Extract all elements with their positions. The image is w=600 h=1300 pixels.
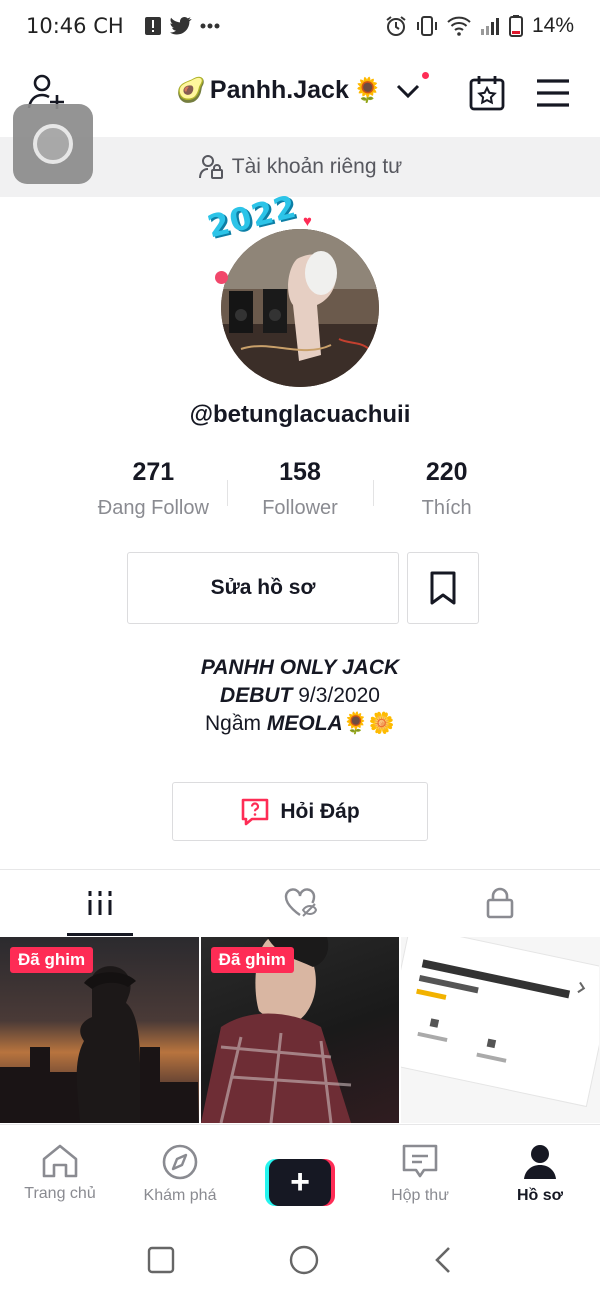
bottom-navigation: Trang chủ Khám phá + Hộp thư Hồ sơ — [0, 1124, 600, 1220]
system-navigation — [0, 1220, 600, 1300]
menu-button[interactable] — [536, 78, 570, 108]
qa-button[interactable]: Hỏi Đáp — [172, 782, 428, 841]
qa-label: Hỏi Đáp — [280, 799, 360, 823]
lock-icon — [486, 887, 514, 919]
nav-create[interactable]: + — [240, 1125, 360, 1220]
battery-percent: 14% — [531, 14, 574, 37]
clock: 10:46 CH — [26, 14, 124, 38]
favorites-button[interactable] — [407, 552, 479, 624]
twitter-icon — [169, 17, 192, 35]
alarm-icon — [385, 15, 407, 37]
nav-label: Trang chủ — [24, 1185, 96, 1202]
signal-icon — [480, 17, 500, 35]
avatar-photo — [221, 229, 379, 387]
profile-icon — [524, 1145, 556, 1179]
pink-dot-sticker — [215, 271, 228, 284]
account-switcher[interactable]: 🥑 Panhh.Jack 🌻 — [176, 76, 421, 105]
video-thumbnail[interactable] — [401, 937, 600, 1123]
hidden-heart-icon — [284, 888, 317, 917]
nav-label: Hộp thư — [391, 1187, 449, 1204]
stat-value: 158 — [279, 458, 321, 486]
tab-videos[interactable] — [0, 870, 200, 936]
nav-label: Khám phá — [143, 1187, 217, 1204]
assistive-ring-icon — [33, 124, 73, 164]
account-username: Panhh.Jack — [209, 76, 349, 104]
profile-stats: 271 Đang Follow 158 Follower 220 Thích — [80, 458, 520, 524]
video-grid: Đã ghim Đã ghim — [0, 937, 600, 1123]
question-bubble-icon — [242, 798, 269, 825]
alert-icon — [144, 16, 162, 36]
stat-label: Follower — [262, 497, 338, 519]
stat-label: Thích — [421, 497, 472, 519]
vibrate-icon — [416, 15, 438, 37]
stat-value: 271 — [132, 458, 175, 486]
creator-calendar-button[interactable] — [468, 74, 506, 112]
video-thumbnail[interactable]: Đã ghim — [0, 937, 199, 1123]
bio-prefix: Ngầm — [205, 712, 267, 735]
video-grid-icon — [88, 891, 112, 915]
assistive-touch-button[interactable] — [13, 104, 93, 184]
bio-meola: MEOLA — [266, 712, 343, 735]
nav-home[interactable]: Trang chủ — [0, 1125, 120, 1220]
status-bar: 10:46 CH 14% — [0, 0, 600, 52]
bio-line-3: Ngầm MEOLA🌻🌼 — [0, 710, 600, 738]
notification-dot — [422, 72, 429, 79]
tab-private-videos[interactable] — [400, 870, 600, 936]
back-icon[interactable] — [433, 1245, 453, 1275]
chevron-down-icon — [396, 84, 419, 98]
nav-label: Hồ sơ — [516, 1187, 564, 1204]
profile-bio: PANHH ONLY JACK DEBUT 9/3/2020 Ngầm MEOL… — [0, 654, 600, 738]
create-button[interactable]: + — [265, 1159, 335, 1206]
home-icon — [42, 1144, 78, 1178]
content-tabs — [0, 870, 600, 936]
stat-value: 220 — [425, 458, 468, 486]
calendar-star-icon — [469, 76, 505, 111]
sunflower-emoji: 🌻 — [352, 77, 383, 104]
pinned-badge: Đã ghim — [210, 947, 294, 973]
avocado-emoji: 🥑 — [176, 77, 206, 104]
pinned-badge: Đã ghim — [10, 947, 94, 973]
heart-sticker-icon: ♥ — [303, 213, 312, 230]
profile-avatar[interactable]: 2022 ♥ — [204, 189, 390, 388]
bio-line-2: DEBUT 9/3/2020 — [0, 682, 600, 710]
hamburger-icon — [537, 79, 569, 107]
stat-followers[interactable]: 158 Follower — [226, 458, 374, 524]
tab-liked-private[interactable] — [200, 870, 400, 936]
nav-profile[interactable]: Hồ sơ — [480, 1125, 600, 1220]
stat-following[interactable]: 271 Đang Follow — [80, 458, 227, 524]
notification-icons — [144, 16, 220, 36]
private-account-text: Tài khoản riêng tư — [231, 155, 403, 178]
flower-emojis: 🌻🌼 — [342, 712, 395, 735]
stat-label: Đang Follow — [97, 497, 209, 519]
wifi-icon — [447, 16, 471, 36]
battery-icon — [508, 15, 523, 37]
bio-debut: DEBUT — [220, 684, 293, 707]
video-thumbnail[interactable]: Đã ghim — [200, 937, 400, 1123]
more-dots-icon — [200, 23, 220, 29]
nav-inbox[interactable]: Hộp thư — [360, 1125, 480, 1220]
bio-debut-date: 9/3/2020 — [292, 684, 380, 707]
edit-profile-button[interactable]: Sửa hồ sơ — [127, 552, 399, 624]
plus-icon: + — [269, 1159, 331, 1206]
recent-apps-icon[interactable] — [147, 1246, 175, 1274]
inbox-icon — [402, 1144, 438, 1178]
bio-line-1: PANHH ONLY JACK — [0, 654, 600, 682]
compass-icon — [162, 1144, 198, 1180]
profile-handle: @betunglacuachuii — [189, 401, 411, 428]
home-circle-icon[interactable] — [288, 1244, 320, 1276]
bookmark-icon — [430, 571, 456, 605]
bio-title: PANHH ONLY JACK — [200, 656, 400, 679]
nav-discover[interactable]: Khám phá — [120, 1125, 240, 1220]
stat-likes[interactable]: 220 Thích — [373, 458, 520, 524]
private-user-icon — [198, 155, 223, 179]
